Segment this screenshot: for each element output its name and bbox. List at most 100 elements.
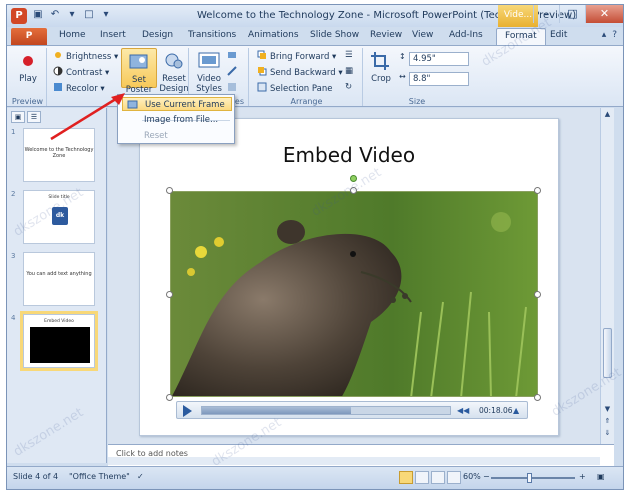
red-arrow-annotation xyxy=(50,93,125,141)
tab-slide-show[interactable]: Slide Show xyxy=(310,30,359,40)
zoom-level[interactable]: 60% xyxy=(463,472,481,481)
resize-handle[interactable] xyxy=(166,187,173,194)
reading-view-icon[interactable] xyxy=(431,471,445,484)
current-slide[interactable]: Embed Video ◀◀ 00:18.06 ▲ xyxy=(139,118,559,436)
quick-access-toolbar: ▣ ↶ ▾ □ ▾ xyxy=(31,8,113,24)
powerpoint-app-icon[interactable]: P xyxy=(11,8,27,24)
slide-number: 2 xyxy=(11,190,16,198)
slideshow-view-icon[interactable] xyxy=(447,471,461,484)
zoom-slider-knob[interactable] xyxy=(527,473,532,483)
height-input[interactable]: 4.95" xyxy=(409,52,469,66)
zoom-out-icon[interactable]: − xyxy=(483,472,490,481)
fit-to-window-icon[interactable]: ▣ xyxy=(597,472,605,481)
slide-thumbnail-3[interactable]: You can add text anything xyxy=(23,252,95,306)
volume-icon[interactable]: ▲ xyxy=(513,406,519,415)
contrast-button[interactable]: Contrast ▾ xyxy=(53,66,109,80)
poster-frame-icon xyxy=(127,51,151,73)
play-icon xyxy=(16,50,40,72)
tab-animations[interactable]: Animations xyxy=(248,30,299,40)
slide-sorter-icon[interactable] xyxy=(415,471,429,484)
width-icon: ↔ xyxy=(399,72,406,81)
scroll-down-icon[interactable]: ▼ xyxy=(602,404,613,415)
brightness-icon xyxy=(53,50,63,60)
play-icon[interactable] xyxy=(183,405,192,417)
tab-edit[interactable]: Edit xyxy=(550,30,567,40)
slides-tab[interactable]: ▣ xyxy=(11,111,25,123)
resize-handle[interactable] xyxy=(534,394,541,401)
previous-slide-icon[interactable]: ⇑ xyxy=(602,416,613,427)
crop-icon xyxy=(369,50,393,72)
tab-design[interactable]: Design xyxy=(142,30,173,40)
vertical-scrollbar[interactable]: ▲ ▼ ⇑ ⇓ xyxy=(600,108,614,444)
tab-transitions[interactable]: Transitions xyxy=(188,30,236,40)
slide-title[interactable]: Embed Video xyxy=(140,143,558,167)
video-styles-button[interactable]: Video Styles xyxy=(193,48,225,94)
normal-view-icon[interactable] xyxy=(399,471,413,484)
resize-handle[interactable] xyxy=(166,291,173,298)
zoom-in-icon[interactable]: + xyxy=(579,472,586,481)
window-title: Welcome to the Technology Zone - Microso… xyxy=(197,10,577,21)
seek-bar[interactable] xyxy=(201,406,451,415)
undo-icon[interactable]: ↶ xyxy=(48,8,62,22)
slide-number: 1 xyxy=(11,128,16,136)
video-border-button[interactable] xyxy=(227,66,240,80)
tab-insert[interactable]: Insert xyxy=(100,30,126,40)
help-icon[interactable]: ? xyxy=(612,30,617,40)
scroll-up-icon[interactable]: ▲ xyxy=(602,109,613,120)
qat-more-icon[interactable]: ▾ xyxy=(99,8,113,22)
resize-handle[interactable] xyxy=(534,291,541,298)
maximize-icon[interactable]: □ xyxy=(559,5,585,23)
slide-number: 3 xyxy=(11,252,16,260)
spelling-icon[interactable]: ✓ xyxy=(137,472,144,481)
ribbon-controls: ▴ ? xyxy=(602,30,617,40)
send-backward-button[interactable]: Send Backward ▾ xyxy=(257,66,343,80)
panel-tabs: ▣ ☰ xyxy=(11,111,41,123)
rotate-icon[interactable]: ↻ xyxy=(345,82,352,96)
slide-thumbnail-4[interactable]: Embed Video xyxy=(20,311,98,371)
seek-progress xyxy=(202,407,351,414)
width-input[interactable]: 8.8" xyxy=(409,72,469,86)
video-styles-icon xyxy=(197,50,221,72)
tab-view[interactable]: View xyxy=(412,30,433,40)
video-time: 00:18.06 xyxy=(479,406,513,415)
size-group-label: Size xyxy=(408,97,426,106)
reset-design-icon xyxy=(162,50,186,72)
brightness-button[interactable]: Brightness ▾ xyxy=(53,50,118,64)
shape-icon xyxy=(227,50,237,60)
save-icon[interactable]: ▣ xyxy=(31,8,45,22)
outline-tab[interactable]: ☰ xyxy=(27,111,41,123)
tab-home[interactable]: Home xyxy=(59,30,86,40)
contrast-icon xyxy=(53,66,63,76)
dropdown-icon[interactable]: ▾ xyxy=(65,8,79,22)
crop-button[interactable]: Crop xyxy=(367,48,395,84)
minimize-ribbon-icon[interactable]: ▴ xyxy=(602,30,607,40)
bring-forward-icon xyxy=(257,50,267,60)
set-poster-frame-button[interactable]: Set Poster Frame xyxy=(121,48,157,105)
size-group: Crop ↕ 4.95" ↔ 8.8" Size xyxy=(365,48,469,106)
status-bar: Slide 4 of 4 "Office Theme" ✓ 60% − + ▣ xyxy=(7,466,623,489)
tab-add-ins[interactable]: Add-Ins xyxy=(449,30,483,40)
video-shape-button[interactable] xyxy=(227,50,240,64)
align-icon[interactable]: ☰ xyxy=(345,50,353,64)
next-slide-icon[interactable]: ⇓ xyxy=(602,428,613,439)
file-tab[interactable]: P xyxy=(11,28,47,45)
slide-number: 4 xyxy=(11,314,16,322)
resize-handle[interactable] xyxy=(166,394,173,401)
resize-handle[interactable] xyxy=(534,187,541,194)
selection-pane-button[interactable]: Selection Pane xyxy=(257,82,332,96)
video-frame[interactable] xyxy=(170,191,538,397)
play-button[interactable]: Play xyxy=(9,48,47,84)
step-back-icon[interactable]: ◀◀ xyxy=(457,406,469,415)
video-thumbnail xyxy=(30,327,90,363)
horizontal-scrollbar[interactable] xyxy=(108,457,600,465)
zoom-slider[interactable] xyxy=(491,477,575,479)
effects-icon xyxy=(227,82,237,92)
reset-design-button[interactable]: Reset Design xyxy=(159,48,189,94)
preview-group: Play Preview xyxy=(9,48,47,106)
group-icon[interactable]: ▦ xyxy=(345,66,353,80)
bring-forward-button[interactable]: Bring Forward ▾ xyxy=(257,50,336,64)
theme-name[interactable]: "Office Theme" xyxy=(69,472,130,481)
tab-review[interactable]: Review xyxy=(370,30,402,40)
customize-icon[interactable]: □ xyxy=(82,8,96,22)
close-icon[interactable]: ✕ xyxy=(585,5,623,23)
